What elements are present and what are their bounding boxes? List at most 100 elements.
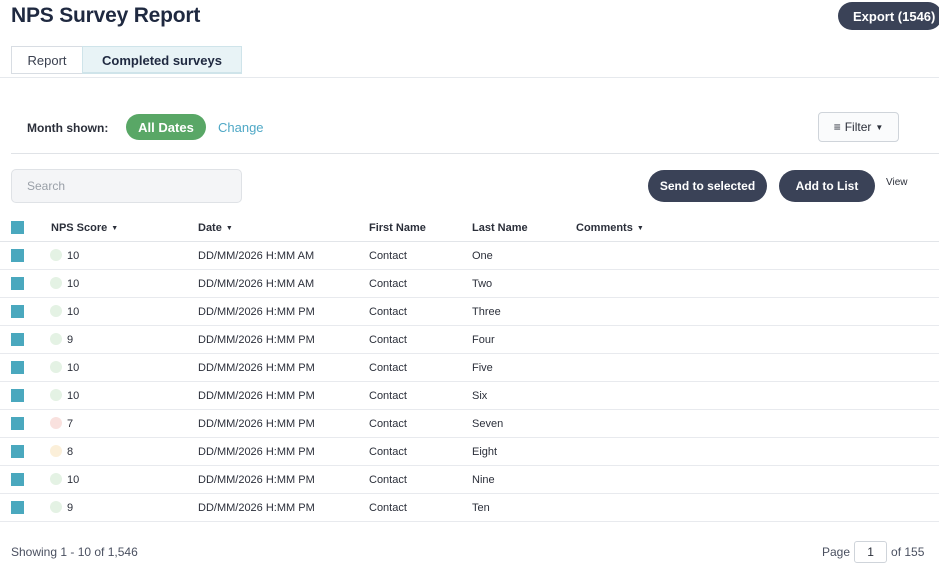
tab-completed-surveys[interactable]: Completed surveys <box>82 46 242 74</box>
column-header-label: Date <box>198 222 222 234</box>
row-checkbox[interactable] <box>11 417 24 430</box>
row-checkbox[interactable] <box>11 333 24 346</box>
row-checkbox[interactable] <box>11 249 24 262</box>
month-shown-label: Month shown: <box>27 121 109 135</box>
table-row[interactable]: 7 DD/MM/2026 H:MM PM Contact Seven <box>0 410 939 438</box>
table-row[interactable]: 10 DD/MM/2026 H:MM PM Contact Three <box>0 298 939 326</box>
column-header-date[interactable]: Date ▼ <box>198 222 233 234</box>
tab-divider <box>0 77 939 78</box>
score-dot-icon <box>50 249 62 261</box>
tab-report[interactable]: Report <box>11 46 82 74</box>
page-label: Page <box>822 545 851 559</box>
last-name-cell: Two <box>472 278 493 290</box>
sort-caret-icon: ▼ <box>636 225 644 232</box>
pagination: Page of 155 <box>822 541 924 563</box>
first-name-cell: Contact <box>369 362 407 374</box>
page-total: of 155 <box>891 545 925 559</box>
last-name-cell: Five <box>472 362 493 374</box>
score-dot-icon <box>50 305 62 317</box>
export-button[interactable]: Export (1546) <box>838 2 939 30</box>
nps-score-cell: 10 <box>67 250 80 262</box>
table-row[interactable]: 9 DD/MM/2026 H:MM PM Contact Ten <box>0 494 939 522</box>
column-header-nps-score[interactable]: NPS Score ▼ <box>51 222 118 234</box>
row-checkbox[interactable] <box>11 473 24 486</box>
last-name-cell: Nine <box>472 474 495 486</box>
last-name-cell: One <box>472 250 493 262</box>
table-row[interactable]: 8 DD/MM/2026 H:MM PM Contact Eight <box>0 438 939 466</box>
search-input[interactable] <box>11 169 242 203</box>
nps-score-cell: 9 <box>67 334 74 346</box>
change-month-link[interactable]: Change <box>218 120 264 135</box>
sort-caret-icon: ▼ <box>111 225 119 232</box>
first-name-cell: Contact <box>369 474 407 486</box>
table-row[interactable]: 10 DD/MM/2026 H:MM AM Contact One <box>0 242 939 270</box>
row-checkbox[interactable] <box>11 389 24 402</box>
first-name-cell: Contact <box>369 418 407 430</box>
score-dot-icon <box>50 473 62 485</box>
table-row[interactable]: 10 DD/MM/2026 H:MM AM Contact Two <box>0 270 939 298</box>
last-name-cell: Four <box>472 334 495 346</box>
first-name-cell: Contact <box>369 502 407 514</box>
view-link[interactable]: View <box>886 177 908 188</box>
score-dot-icon <box>50 389 62 401</box>
score-dot-icon <box>50 333 62 345</box>
row-checkbox[interactable] <box>11 361 24 374</box>
score-dot-icon <box>50 445 62 457</box>
filter-button[interactable]: ≡ Filter ▼ <box>818 112 899 142</box>
table-row[interactable]: 10 DD/MM/2026 H:MM PM Contact Nine <box>0 466 939 494</box>
send-to-selected-button[interactable]: Send to selected <box>648 170 767 202</box>
first-name-cell: Contact <box>369 250 407 262</box>
column-header-label: Comments <box>576 222 633 234</box>
column-header-comments[interactable]: Comments ▼ <box>576 222 644 234</box>
column-header-label: Last Name <box>472 222 528 234</box>
column-header-label: NPS Score <box>51 222 108 234</box>
last-name-cell: Seven <box>472 418 504 430</box>
date-cell: DD/MM/2026 H:MM PM <box>198 446 315 458</box>
tab-bar: Report Completed surveys <box>11 46 242 76</box>
date-cell: DD/MM/2026 H:MM PM <box>198 474 315 486</box>
all-dates-pill[interactable]: All Dates <box>126 114 206 140</box>
first-name-cell: Contact <box>369 446 407 458</box>
column-header-first-name: First Name <box>369 222 426 234</box>
caret-down-icon: ▼ <box>875 122 884 132</box>
page-number-input[interactable] <box>854 541 888 563</box>
table-row[interactable]: 10 DD/MM/2026 H:MM PM Contact Five <box>0 354 939 382</box>
date-cell: DD/MM/2026 H:MM PM <box>198 334 315 346</box>
last-name-cell: Eight <box>472 446 498 458</box>
date-cell: DD/MM/2026 H:MM PM <box>198 306 315 318</box>
row-checkbox[interactable] <box>11 501 24 514</box>
nps-score-cell: 10 <box>67 306 80 318</box>
table-header: NPS Score ▼ Date ▼ First Name Last Name Co… <box>0 214 939 242</box>
surveys-table: NPS Score ▼ Date ▼ First Name Last Name Co… <box>0 214 939 522</box>
table-row[interactable]: 9 DD/MM/2026 H:MM PM Contact Four <box>0 326 939 354</box>
select-all-checkbox[interactable] <box>11 221 24 234</box>
date-cell: DD/MM/2026 H:MM PM <box>198 362 315 374</box>
row-checkbox[interactable] <box>11 277 24 290</box>
date-cell: DD/MM/2026 H:MM AM <box>198 250 315 262</box>
date-cell: DD/MM/2026 H:MM AM <box>198 278 315 290</box>
first-name-cell: Contact <box>369 278 407 290</box>
date-cell: DD/MM/2026 H:MM PM <box>198 418 315 430</box>
score-dot-icon <box>50 361 62 373</box>
first-name-cell: Contact <box>369 334 407 346</box>
date-cell: DD/MM/2026 H:MM PM <box>198 502 315 514</box>
first-name-cell: Contact <box>369 306 407 318</box>
showing-count: Showing 1 - 10 of 1,546 <box>11 545 138 559</box>
score-dot-icon <box>50 277 62 289</box>
nps-score-cell: 10 <box>67 362 80 374</box>
nps-score-cell: 10 <box>67 474 80 486</box>
row-checkbox[interactable] <box>11 445 24 458</box>
nps-score-cell: 7 <box>67 418 74 430</box>
table-row[interactable]: 10 DD/MM/2026 H:MM PM Contact Six <box>0 382 939 410</box>
nps-score-cell: 10 <box>67 278 80 290</box>
column-header-last-name: Last Name <box>472 222 528 234</box>
add-to-list-button[interactable]: Add to List <box>779 170 875 202</box>
row-checkbox[interactable] <box>11 305 24 318</box>
nps-score-cell: 9 <box>67 502 74 514</box>
date-cell: DD/MM/2026 H:MM PM <box>198 390 315 402</box>
filter-lines-icon: ≡ <box>833 120 841 134</box>
sort-caret-icon: ▼ <box>225 225 233 232</box>
nps-score-cell: 8 <box>67 446 74 458</box>
filter-label: Filter <box>844 120 872 134</box>
first-name-cell: Contact <box>369 390 407 402</box>
